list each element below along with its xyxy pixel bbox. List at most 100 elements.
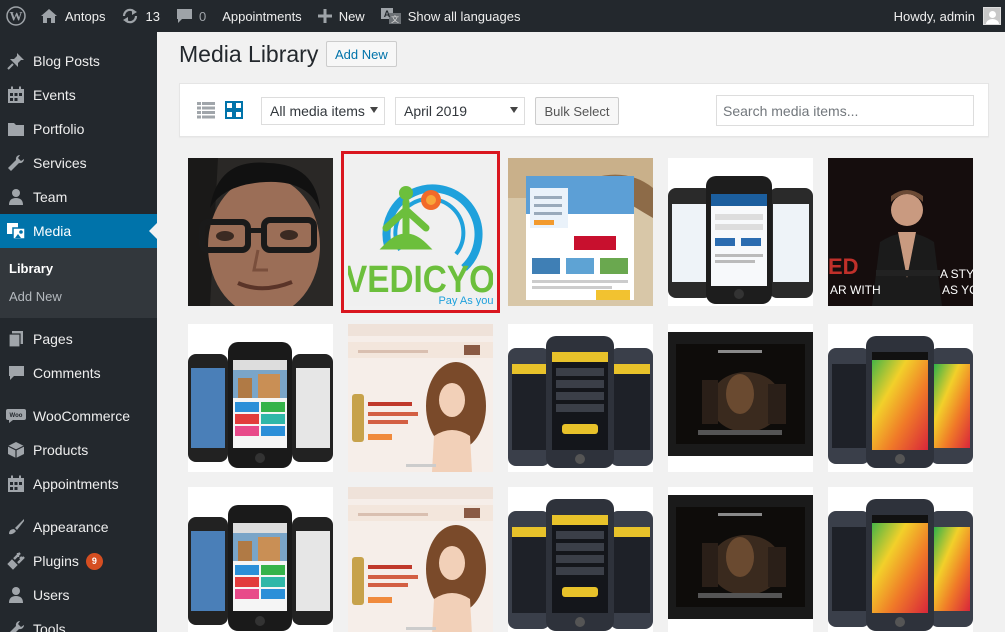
page-title: Media Library <box>179 41 319 67</box>
wordpress-logo-icon[interactable]: W <box>0 0 32 32</box>
menu-label: Portfolio <box>33 121 85 137</box>
menu-label: Tools <box>33 621 66 632</box>
menu-blog-posts[interactable]: Blog Posts <box>0 44 157 78</box>
wrench-icon <box>6 153 26 173</box>
banner-text-3: AR WITH <box>830 283 881 297</box>
svg-text:A: A <box>383 9 390 19</box>
folder-icon <box>6 119 26 139</box>
media-tile-iphone-app-login[interactable] <box>668 158 813 306</box>
page-icon <box>6 329 26 349</box>
media-tile-iphone-app-dark[interactable] <box>508 487 653 632</box>
vedicyog-logo-subtext: Pay As you <box>438 295 493 306</box>
menu-events[interactable]: Events <box>0 78 157 112</box>
box-icon <box>6 440 26 460</box>
menu-pages[interactable]: Pages <box>0 322 157 356</box>
woo-icon: Woo <box>6 406 26 426</box>
menu-label: Products <box>33 442 89 458</box>
site-name: Antops <box>65 8 106 24</box>
list-view-icon[interactable] <box>197 101 215 119</box>
media-tile-ipad-luxury[interactable] <box>668 324 813 472</box>
admin-sidebar: Blog Posts Events Portfolio Services Tea… <box>0 32 157 632</box>
menu-label: Events <box>33 87 76 103</box>
media-tile-travel-website[interactable] <box>508 158 653 306</box>
comment-icon <box>176 8 193 24</box>
media-tile-iphone-app-colorful[interactable] <box>828 487 973 632</box>
updates-count: 13 <box>145 8 160 24</box>
languages-link[interactable]: A文 Show all languages <box>373 0 529 32</box>
site-name-link[interactable]: Antops <box>32 0 113 32</box>
search-input[interactable] <box>716 95 974 126</box>
media-tile-martial-arts-banner[interactable]: ED AR WITH A STY AS YO <box>828 158 973 306</box>
menu-media[interactable]: Media <box>0 214 157 248</box>
media-type-filter[interactable]: All media items <box>261 97 385 125</box>
media-type-value: All media items <box>270 103 365 119</box>
menu-label: Media <box>33 223 72 239</box>
new-label: New <box>338 8 365 24</box>
menu-appointments[interactable]: Appointments <box>0 467 157 501</box>
media-tile-iphone-app-apartments[interactable] <box>188 487 333 632</box>
svg-text:W: W <box>10 9 23 24</box>
pushpin-icon <box>6 51 26 71</box>
menu-label: Comments <box>33 365 101 381</box>
date-value: April 2019 <box>404 103 468 119</box>
comment-icon <box>6 363 26 383</box>
my-account-link[interactable]: Howdy, admin <box>886 0 1005 32</box>
banner-text-2: A STY <box>940 267 973 281</box>
media-tile-portrait-man[interactable] <box>188 158 333 306</box>
menu-appearance[interactable]: Appearance <box>0 510 157 544</box>
submenu-add-new[interactable]: Add New <box>0 282 157 310</box>
media-submenu: Library Add New <box>0 248 157 318</box>
menu-tools[interactable]: Tools <box>0 612 157 632</box>
menu-users[interactable]: Users <box>0 578 157 612</box>
chevron-down-icon <box>370 107 378 113</box>
menu-label: Users <box>33 587 70 603</box>
avatar <box>983 7 1001 25</box>
media-tile-vedicyog-logo[interactable]: VEDICYO Pay As you <box>341 151 500 313</box>
media-tile-iphone-app-dark[interactable] <box>508 324 653 472</box>
media-tile-salon-website[interactable] <box>348 487 493 632</box>
plus-icon <box>317 9 332 23</box>
banner-text-4: AS YO <box>942 283 973 297</box>
translate-icon: A文 <box>380 8 401 24</box>
menu-products[interactable]: Products <box>0 433 157 467</box>
banner-text-1: ED <box>828 254 859 279</box>
refresh-icon <box>121 7 139 25</box>
appointments-link[interactable]: Appointments <box>214 0 310 32</box>
languages-label: Show all languages <box>407 8 521 24</box>
person-icon <box>6 187 26 207</box>
menu-label: Plugins <box>33 553 79 569</box>
menu-plugins[interactable]: Plugins 9 <box>0 544 157 578</box>
menu-woocommerce[interactable]: Woo WooCommerce <box>0 399 157 433</box>
menu-label: Blog Posts <box>33 53 100 69</box>
menu-label: WooCommerce <box>33 408 130 424</box>
menu-team[interactable]: Team <box>0 180 157 214</box>
home-icon <box>40 8 58 24</box>
new-content-link[interactable]: New <box>310 0 373 32</box>
media-tile-iphone-app-colorful[interactable] <box>828 324 973 472</box>
menu-services[interactable]: Services <box>0 146 157 180</box>
media-tile-ipad-luxury[interactable] <box>668 487 813 632</box>
menu-comments[interactable]: Comments <box>0 356 157 390</box>
add-new-button[interactable]: Add New <box>326 41 397 67</box>
tools-icon <box>6 619 26 632</box>
svg-text:Woo: Woo <box>10 413 23 419</box>
menu-label: Pages <box>33 331 73 347</box>
plug-icon <box>6 551 26 571</box>
media-icon <box>6 221 26 241</box>
updates-link[interactable]: 13 <box>113 0 167 32</box>
calendar-icon <box>6 85 26 105</box>
media-tile-salon-website[interactable] <box>348 324 493 472</box>
media-tile-iphone-app-apartments[interactable] <box>188 324 333 472</box>
date-filter[interactable]: April 2019 <box>395 97 525 125</box>
plugins-update-badge: 9 <box>85 552 103 570</box>
grid-view-icon[interactable] <box>225 101 243 119</box>
menu-label: Team <box>33 189 68 205</box>
brush-icon <box>6 517 26 537</box>
calendar-icon <box>6 474 26 494</box>
comments-count: 0 <box>198 8 207 24</box>
bulk-select-button[interactable]: Bulk Select <box>535 97 619 125</box>
media-toolbar: All media items April 2019 Bulk Select <box>179 83 989 137</box>
comments-link[interactable]: 0 <box>168 0 214 32</box>
menu-portfolio[interactable]: Portfolio <box>0 112 157 146</box>
submenu-library[interactable]: Library <box>0 254 157 282</box>
